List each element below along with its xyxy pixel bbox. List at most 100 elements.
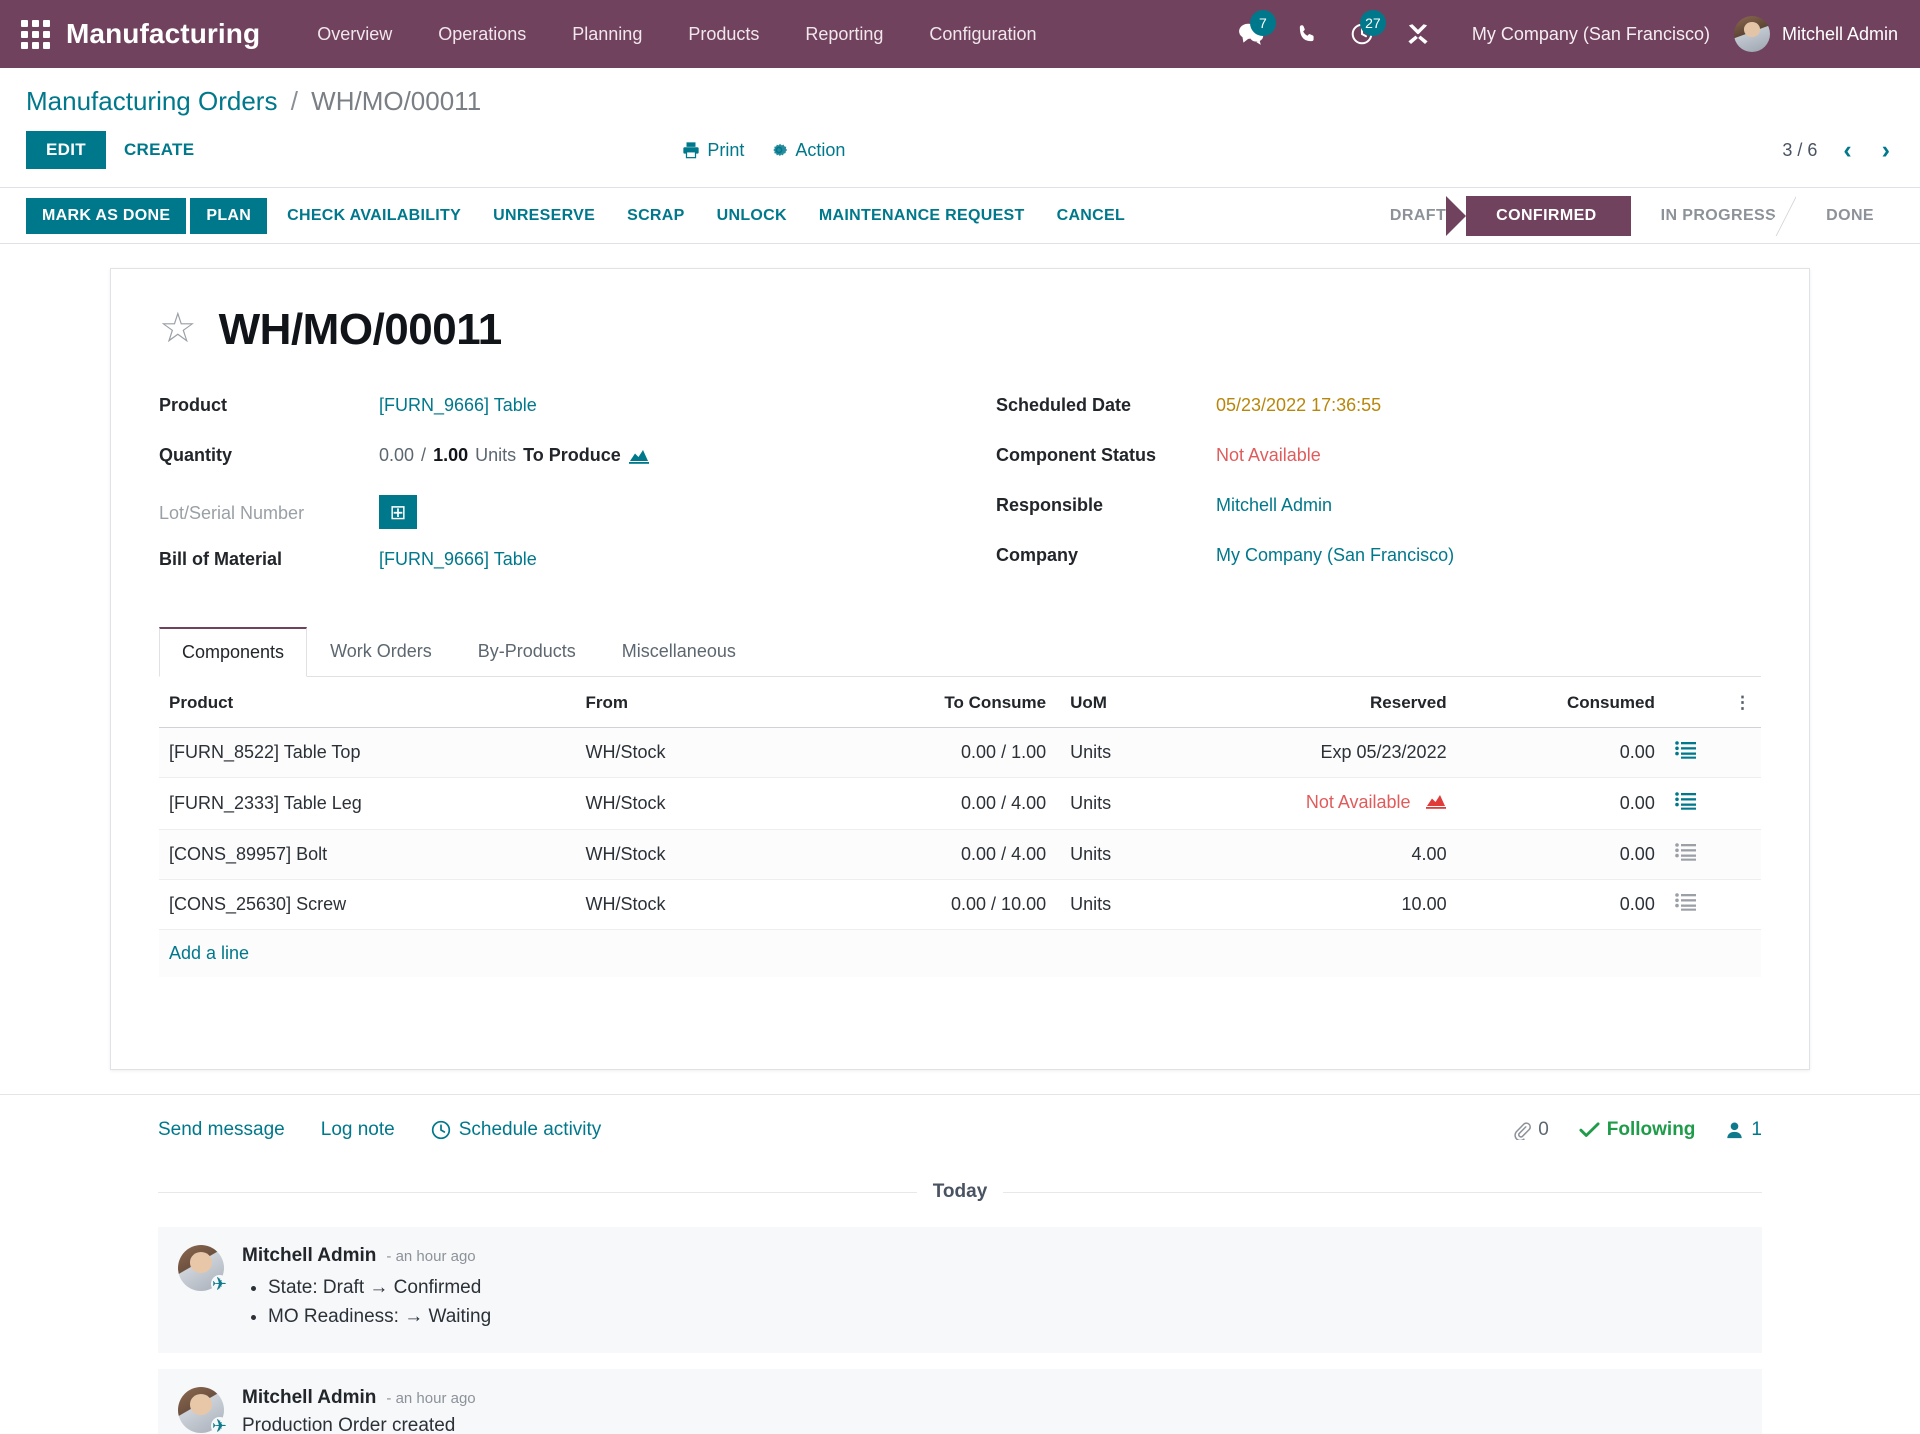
table-row[interactable]: [FURN_8522] Table Top WH/Stock 0.00 / 1.…	[159, 727, 1761, 778]
printer-icon	[683, 142, 700, 159]
menu-operations[interactable]: Operations	[415, 14, 549, 55]
check-availability-button[interactable]: CHECK AVAILABILITY	[271, 198, 477, 234]
page-title: WH/MO/00011	[218, 305, 503, 354]
menu-overview[interactable]: Overview	[294, 14, 415, 55]
debug-tools-button[interactable]	[1390, 16, 1446, 52]
bom-link[interactable]: [FURN_9666] Table	[379, 549, 537, 570]
tab-by-products[interactable]: By-Products	[455, 627, 599, 677]
cell-detailed-operations[interactable]	[1664, 879, 1761, 930]
user-menu[interactable]: Mitchell Admin	[1728, 16, 1898, 52]
send-plane-icon: ✈	[210, 1416, 228, 1434]
print-label: Print	[707, 139, 745, 160]
plan-button[interactable]: PLAN	[190, 197, 268, 234]
app-brand-title[interactable]: Manufacturing	[66, 18, 260, 50]
stage-done[interactable]: DONE	[1796, 195, 1894, 236]
chevron-left-icon[interactable]: ‹	[1839, 137, 1855, 163]
gear-icon	[773, 143, 788, 157]
tab-components[interactable]: Components	[159, 627, 308, 677]
stage-in-progress[interactable]: IN PROGRESS	[1630, 195, 1797, 236]
create-button[interactable]: CREATE	[106, 131, 212, 169]
messages-button[interactable]: 7	[1222, 10, 1280, 52]
day-separator-label: Today	[932, 1181, 988, 1202]
action-menu[interactable]: Action	[770, 140, 845, 161]
forecast-report-icon[interactable]	[628, 446, 650, 466]
stage-confirmed[interactable]: CONFIRMED	[1446, 195, 1652, 236]
cell-uom: Units	[1056, 777, 1185, 830]
menu-configuration[interactable]: Configuration	[906, 14, 1059, 55]
chevron-right-icon[interactable]: ›	[1878, 137, 1894, 163]
company-switcher[interactable]: My Company (San Francisco)	[1446, 24, 1728, 45]
attachments-button[interactable]: 0	[1512, 1119, 1549, 1141]
vertical-dots-icon: ⋮	[1734, 693, 1751, 712]
following-button[interactable]: Following	[1579, 1119, 1695, 1141]
tab-work-orders[interactable]: Work Orders	[307, 627, 455, 677]
cell-consumed: 0.00	[1456, 777, 1665, 830]
message-item: ✈ Mitchell Admin - an hour ago Productio…	[158, 1369, 1762, 1434]
table-row[interactable]: [FURN_2333] Table Leg WH/Stock 0.00 / 4.…	[159, 777, 1761, 830]
log-note-button[interactable]: Log note	[321, 1119, 395, 1141]
cell-detailed-operations[interactable]	[1664, 727, 1761, 778]
cell-detailed-operations[interactable]	[1664, 829, 1761, 880]
form-sheet: ☆ WH/MO/00011 Product [FURN_9666] Table …	[110, 268, 1810, 1070]
menu-products[interactable]: Products	[665, 14, 782, 55]
followers-button[interactable]: 1	[1725, 1119, 1762, 1141]
schedule-activity-button[interactable]: Schedule activity	[431, 1119, 602, 1141]
company-link[interactable]: My Company (San Francisco)	[1216, 545, 1454, 566]
table-row[interactable]: [CONS_89957] Bolt WH/Stock 0.00 / 4.00 U…	[159, 829, 1761, 880]
send-message-button[interactable]: Send message	[158, 1119, 285, 1141]
field-company-label: Company	[996, 545, 1079, 565]
print-menu[interactable]: Print	[682, 140, 744, 161]
clock-icon	[431, 1120, 450, 1140]
forecast-report-icon[interactable]	[1425, 791, 1447, 816]
notebook-tabs: Components Work Orders By-Products Misce…	[159, 627, 1761, 677]
menu-planning[interactable]: Planning	[549, 14, 665, 55]
col-reserved: Reserved	[1184, 679, 1457, 728]
voip-phone-button[interactable]	[1280, 17, 1334, 51]
cell-detailed-operations[interactable]	[1664, 777, 1761, 830]
breadcrumb-root[interactable]: Manufacturing Orders	[26, 86, 277, 116]
message-body: Mitchell Admin - an hour ago Production …	[242, 1387, 1742, 1434]
cell-product: [CONS_89957] Bolt	[159, 829, 576, 880]
unreserve-button[interactable]: UNRESERVE	[477, 198, 611, 234]
cancel-button[interactable]: CANCEL	[1041, 198, 1141, 234]
avatar	[1733, 16, 1770, 52]
field-product-value: [FURN_9666] Table	[379, 395, 537, 416]
optional-columns-button[interactable]: ⋮	[1664, 679, 1761, 728]
col-from: From	[575, 679, 832, 728]
tab-miscellaneous[interactable]: Miscellaneous	[599, 627, 759, 677]
scrap-button[interactable]: SCRAP	[611, 198, 701, 234]
activities-button[interactable]: 27	[1334, 10, 1390, 52]
add-line-row: Add a line	[159, 929, 1761, 977]
wrench-screwdriver-icon	[1408, 24, 1428, 44]
edit-button[interactable]: EDIT	[26, 131, 106, 169]
chatter-stats: 0 Following 1	[1512, 1119, 1762, 1141]
add-a-line-link[interactable]: Add a line	[169, 943, 249, 963]
message-timestamp: - an hour ago	[386, 1390, 476, 1407]
send-plane-icon: ✈	[210, 1274, 228, 1294]
user-name: Mitchell Admin	[1781, 23, 1898, 44]
menu-reporting[interactable]: Reporting	[782, 14, 906, 55]
detailed-operations-icon	[1675, 843, 1697, 866]
table-body: [FURN_8522] Table Top WH/Stock 0.00 / 1.…	[159, 727, 1761, 1040]
field-product: Product [FURN_9666] Table	[159, 395, 960, 425]
star-outline-icon[interactable]: ☆	[159, 307, 197, 349]
unlock-button[interactable]: UNLOCK	[701, 198, 803, 234]
apps-grid-icon[interactable]	[14, 13, 56, 55]
maintenance-request-button[interactable]: MAINTENANCE REQUEST	[803, 198, 1041, 234]
form-fields: Product [FURN_9666] Table Quantity 0.00 …	[159, 395, 1761, 599]
responsible-link[interactable]: Mitchell Admin	[1216, 495, 1332, 516]
message-body: Mitchell Admin - an hour ago State: Draf…	[242, 1245, 1742, 1335]
table-filler	[159, 977, 1761, 1039]
cell-reserved: Exp 05/23/2022	[1184, 727, 1457, 778]
cell-product: [FURN_2333] Table Leg	[159, 777, 576, 830]
field-responsible-label: Responsible	[996, 495, 1104, 515]
record-title-row: ☆ WH/MO/00011	[159, 305, 1761, 355]
mark-as-done-button[interactable]: MARK AS DONE	[26, 197, 187, 234]
systray: 7 27 My Company (San Francisco) Mitchell…	[1222, 10, 1898, 52]
product-link[interactable]: [FURN_9666] Table	[379, 395, 537, 416]
cell-to-consume: 0.00 / 1.00	[831, 727, 1057, 778]
internal-link-plus-icon[interactable]: ⊞	[379, 495, 417, 529]
cell-uom: Units	[1056, 727, 1185, 778]
table-row[interactable]: [CONS_25630] Screw WH/Stock 0.00 / 10.00…	[159, 879, 1761, 930]
schedule-activity-label: Schedule activity	[458, 1119, 602, 1140]
